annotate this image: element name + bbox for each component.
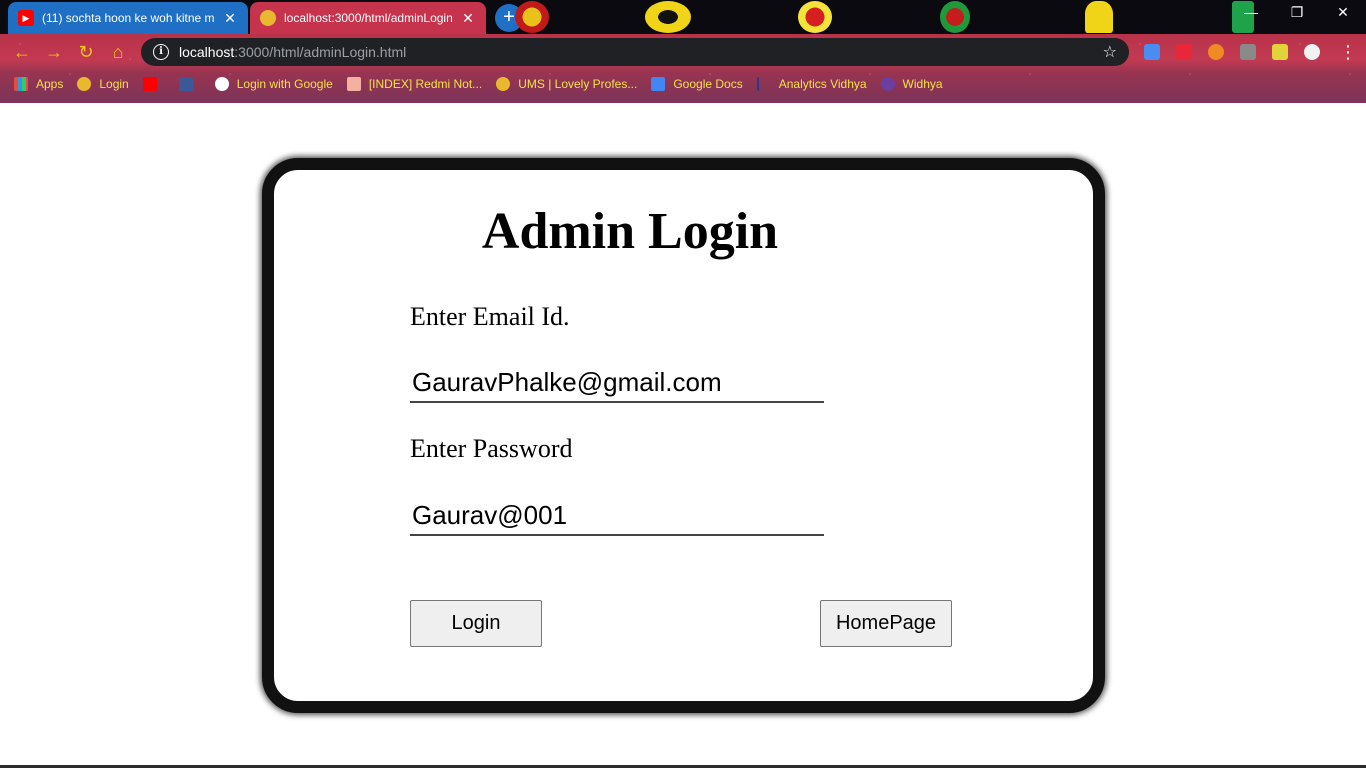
bookmark-label: UMS | Lovely Profes... (518, 77, 638, 91)
bookmark-widhya[interactable]: Widhya (880, 77, 943, 91)
bookmark-label: Google Docs (673, 77, 743, 91)
superman-theme-icon (515, 1, 549, 33)
address-bar[interactable]: i localhost:3000/html/adminLogin.html ☆ (141, 38, 1129, 66)
bookmark-apps[interactable]: Apps (14, 77, 63, 91)
bookmarks-bar: Apps Login Login with Google [INDEX] Red… (0, 72, 1366, 96)
close-window-button[interactable]: ✕ (1320, 4, 1366, 21)
bookmark-analytics-vidhya[interactable]: Analytics Vidhya (756, 77, 867, 91)
martian-theme-icon (940, 1, 970, 33)
tab-close-icon[interactable]: ✕ (460, 10, 476, 27)
bookmark-youtube[interactable] (142, 77, 165, 91)
bookmark-redmi[interactable]: [INDEX] Redmi Not... (346, 77, 483, 91)
analytics-vidhya-icon (756, 77, 771, 91)
password-label: Enter Password (410, 434, 573, 463)
email-label: Enter Email Id. (410, 302, 570, 331)
url-host: localhost (179, 44, 235, 60)
google-icon (214, 77, 229, 91)
bookmark-label: Apps (36, 77, 64, 91)
bookmark-facebook[interactable] (178, 77, 201, 91)
facebook-icon (178, 77, 193, 91)
email-field[interactable] (410, 363, 824, 403)
media-extension-icon[interactable] (1176, 44, 1192, 60)
batman-theme-icon (645, 1, 691, 33)
login-button[interactable]: Login (410, 600, 542, 647)
bookmark-star-icon[interactable]: ☆ (1103, 42, 1117, 62)
forward-button[interactable]: → (42, 40, 66, 64)
orange-extension-icon[interactable] (1208, 44, 1224, 60)
bookmark-login-with-google[interactable]: Login with Google (214, 77, 333, 91)
bookmark-google-docs[interactable]: Google Docs (651, 77, 743, 91)
tab-close-icon[interactable]: ✕ (222, 10, 238, 27)
bookmark-label: Analytics Vidhya (778, 77, 867, 91)
password-field[interactable] (410, 496, 824, 536)
globe-icon (260, 10, 276, 26)
homepage-button[interactable]: HomePage (820, 600, 952, 647)
bookmark-login[interactable]: Login (77, 77, 129, 91)
translate-extension-icon[interactable] (1144, 44, 1160, 60)
url-path: :3000/html/adminLogin.html (234, 44, 407, 60)
tab-title: localhost:3000/html/adminLogin (284, 11, 453, 25)
tab-strip: ▶ (11) sochta hoon ke woh kitne m ✕ loca… (0, 0, 1366, 34)
tab-admin-login[interactable]: localhost:3000/html/adminLogin ✕ (250, 2, 486, 34)
browser-chrome: ▶ (11) sochta hoon ke woh kitne m ✕ loca… (0, 0, 1366, 103)
restore-button[interactable]: ❐ (1274, 4, 1320, 21)
minimize-button[interactable]: — (1228, 4, 1274, 20)
home-button[interactable]: ⌂ (106, 40, 130, 64)
globe-icon (77, 77, 92, 91)
profile-avatar[interactable] (1304, 44, 1320, 60)
tab-title: (11) sochta hoon ke woh kitne m (42, 11, 215, 25)
back-button[interactable]: ← (10, 40, 34, 64)
bookmark-label: Login (99, 77, 129, 91)
grey-extension-icon[interactable] (1240, 44, 1256, 60)
puzzle-extension-icon[interactable] (1272, 44, 1288, 60)
aquaman-theme-icon (1085, 1, 1113, 33)
bookmark-ums[interactable]: UMS | Lovely Profes... (496, 77, 637, 91)
browser-toolbar: ← → ↻ ⌂ i localhost:3000/html/adminLogin… (0, 36, 1366, 68)
menu-icon[interactable]: ⋮ (1336, 40, 1360, 64)
youtube-icon (142, 77, 157, 91)
bookmark-label: Login with Google (236, 77, 333, 91)
page-title: Admin Login (481, 203, 779, 260)
apps-grid-icon (14, 77, 28, 91)
docs-icon (651, 77, 666, 91)
globe-icon (496, 77, 511, 91)
bookmark-label: Widhya (902, 77, 943, 91)
youtube-icon: ▶ (18, 10, 34, 26)
site-info-icon[interactable]: i (153, 44, 169, 60)
tab-youtube[interactable]: ▶ (11) sochta hoon ke woh kitne m ✕ (8, 2, 248, 34)
widhya-icon (880, 77, 895, 91)
bookmark-label: [INDEX] Redmi Not... (368, 77, 483, 91)
url-text[interactable]: localhost:3000/html/adminLogin.html (179, 44, 1103, 60)
flash-theme-icon (798, 1, 832, 33)
reload-button[interactable]: ↻ (74, 40, 98, 64)
xda-icon (346, 77, 361, 91)
